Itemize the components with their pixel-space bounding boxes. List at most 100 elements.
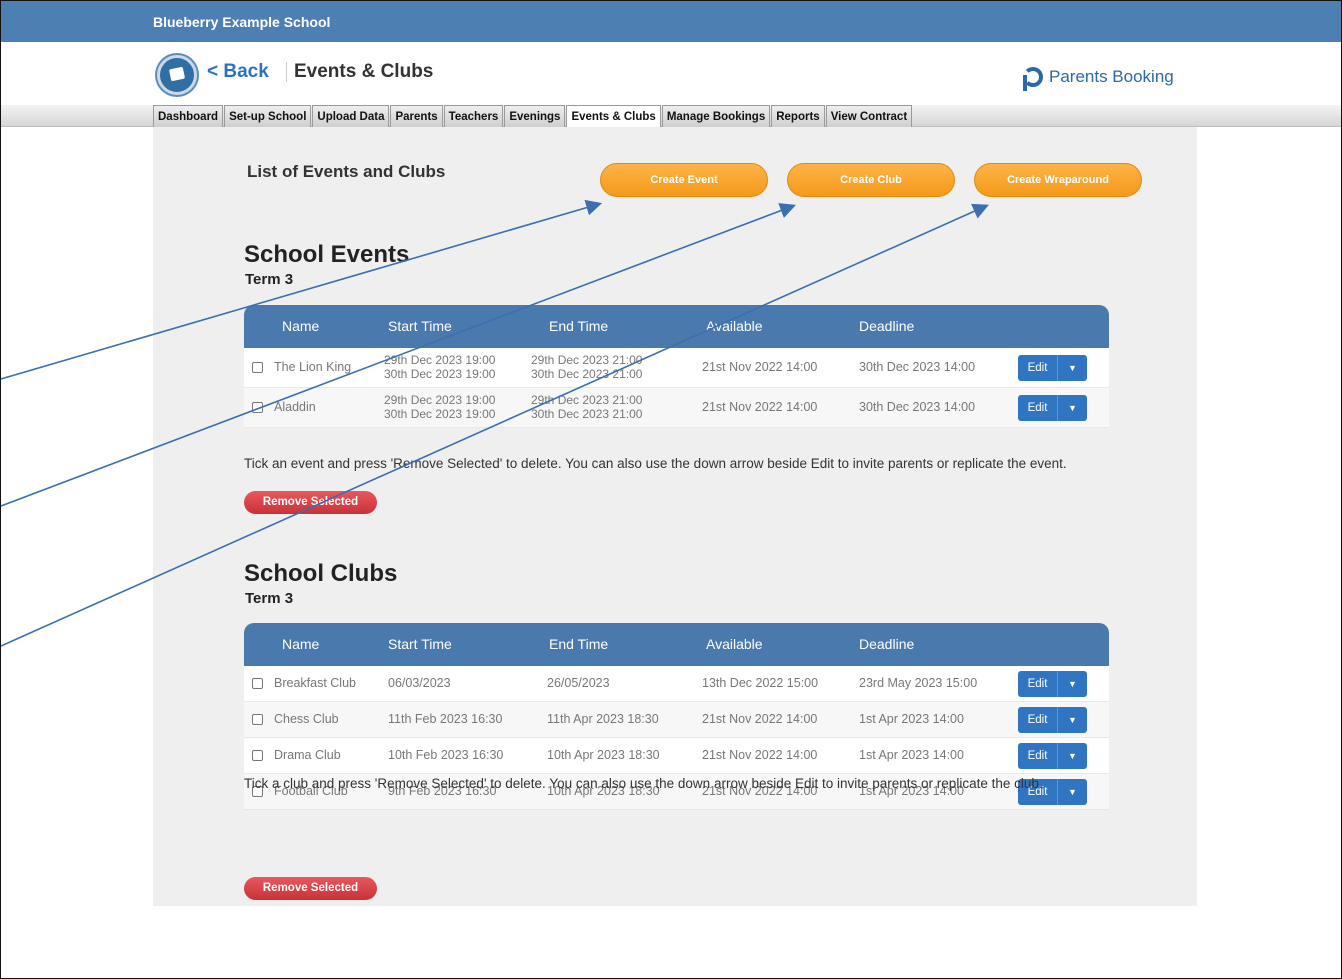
end-time-2: 30th Dec 2023 21:00 [531, 407, 643, 421]
main-tabs: Dashboard Set-up School Upload Data Parents… [153, 105, 913, 127]
row-checkbox[interactable] [252, 714, 263, 725]
edit-label[interactable]: Edit [1018, 707, 1058, 733]
edit-button[interactable]: Edit ▼ [1018, 743, 1087, 769]
row-checkbox[interactable] [252, 750, 263, 761]
edit-button[interactable]: Edit ▼ [1018, 355, 1087, 381]
deadline: 30th Dec 2023 14:00 [859, 360, 976, 374]
club-name: Breakfast Club [274, 676, 356, 690]
tab-parents[interactable]: Parents [390, 105, 443, 127]
top-bar: Blueberry Example School [1, 1, 1341, 42]
tab-evenings[interactable]: Evenings [504, 105, 566, 127]
clubs-table-header: Name Start Time End Time Available Deadl… [244, 623, 1109, 666]
end-time-2: 30th Dec 2023 21:00 [531, 367, 643, 381]
edit-label[interactable]: Edit [1018, 395, 1058, 421]
end-time-1: 29th Dec 2023 21:00 [531, 393, 643, 407]
school-name: Blueberry Example School [153, 14, 331, 30]
tab-dashboard[interactable]: Dashboard [153, 105, 224, 127]
deadline: 23rd May 2023 15:00 [859, 676, 978, 690]
available: 13th Dec 2022 15:00 [702, 676, 819, 690]
col-available: Available [706, 318, 763, 334]
available: 21st Nov 2022 14:00 [702, 360, 818, 374]
table-row: Breakfast Club 06/03/2023 26/05/2023 13th D… [244, 666, 1109, 702]
col-available: Available [706, 636, 763, 652]
available: 21st Nov 2022 14:00 [702, 400, 818, 414]
col-start: Start Time [388, 318, 452, 334]
edit-button[interactable]: Edit ▼ [1018, 671, 1087, 697]
caret-down-icon[interactable]: ▼ [1058, 743, 1087, 769]
school-logo-icon [157, 55, 197, 95]
event-name: Aladdin [274, 400, 316, 414]
row-checkbox[interactable] [252, 678, 263, 689]
tab-view-contract[interactable]: View Contract [825, 105, 913, 127]
available: 21st Nov 2022 14:00 [702, 748, 818, 762]
clubs-section-title: School Clubs [244, 560, 398, 587]
col-end: End Time [549, 318, 609, 334]
tab-set-up-school[interactable]: Set-up School [224, 105, 312, 127]
col-deadline: Deadline [859, 318, 915, 334]
col-end: End Time [549, 636, 609, 652]
remove-selected-events-button[interactable]: Remove Selected [244, 491, 377, 514]
table-row: The Lion King 29th Dec 2023 19:00 30th Dec… [244, 348, 1109, 388]
edit-label[interactable]: Edit [1018, 671, 1058, 697]
row-checkbox[interactable] [252, 402, 263, 413]
list-title: List of Events and Clubs [247, 162, 446, 181]
tab-upload-data[interactable]: Upload Data [312, 105, 390, 127]
page-title: Events & Clubs [294, 61, 434, 82]
tab-reports[interactable]: Reports [771, 105, 825, 127]
start-time-1: 29th Dec 2023 19:00 [384, 393, 496, 407]
edit-button[interactable]: Edit ▼ [1018, 707, 1087, 733]
screenshot-frame: Blueberry Example School < Back Events &… [0, 0, 1342, 979]
deadline: 30th Dec 2023 14:00 [859, 400, 976, 414]
event-name: The Lion King [274, 360, 352, 374]
edit-label[interactable]: Edit [1018, 743, 1058, 769]
start-time-2: 30th Dec 2023 19:00 [384, 407, 496, 421]
edit-button[interactable]: Edit ▼ [1018, 395, 1087, 421]
end-time-1: 29th Dec 2023 21:00 [531, 353, 643, 367]
col-name: Name [282, 636, 320, 652]
caret-down-icon[interactable]: ▼ [1058, 671, 1087, 697]
start-time: 11th Feb 2023 16:30 [388, 712, 503, 726]
events-term: Term 3 [245, 271, 294, 288]
back-link[interactable]: < Back [207, 61, 269, 83]
caret-down-icon[interactable]: ▼ [1058, 707, 1087, 733]
start-time-2: 30th Dec 2023 19:00 [384, 367, 496, 381]
col-deadline: Deadline [859, 636, 915, 652]
parents-booking-logo-icon [1023, 67, 1043, 91]
clubs-term: Term 3 [245, 590, 294, 607]
deadline: 1st Apr 2023 14:00 [859, 748, 964, 762]
create-wraparound-button[interactable]: Create Wraparound [974, 163, 1142, 197]
events-note: Tick an event and press 'Remove Selected… [244, 456, 1067, 471]
deadline: 1st Apr 2023 14:00 [859, 712, 964, 726]
brand-name: Parents Booking [1049, 67, 1174, 86]
edit-label[interactable]: Edit [1018, 355, 1058, 381]
header-divider [286, 62, 287, 82]
events-table-header: Name Start Time End Time Available Deadl… [244, 305, 1109, 348]
tab-manage-bookings[interactable]: Manage Bookings [661, 105, 771, 127]
start-time: 06/03/2023 [388, 676, 451, 690]
col-start: Start Time [388, 636, 452, 652]
end-time: 10th Apr 2023 18:30 [547, 748, 660, 762]
col-name: Name [282, 318, 320, 334]
row-checkbox[interactable] [252, 362, 263, 373]
club-name: Chess Club [274, 712, 339, 726]
clubs-note: Tick a club and press 'Remove Selected' … [244, 776, 1043, 791]
end-time: 26/05/2023 [547, 676, 610, 690]
tab-teachers[interactable]: Teachers [443, 105, 504, 127]
table-row: Drama Club 10th Feb 2023 16:30 10th Apr 20… [244, 738, 1109, 774]
remove-selected-clubs-button[interactable]: Remove Selected [244, 877, 377, 900]
events-table: Name Start Time End Time Available Deadl… [244, 305, 1109, 428]
table-row: Aladdin 29th Dec 2023 19:00 30th Dec 2023 … [244, 388, 1109, 428]
end-time: 11th Apr 2023 18:30 [547, 712, 659, 726]
create-event-button[interactable]: Create Event [600, 163, 768, 197]
start-time: 10th Feb 2023 16:30 [388, 748, 504, 762]
club-name: Drama Club [274, 748, 341, 762]
available: 21st Nov 2022 14:00 [702, 712, 818, 726]
caret-down-icon[interactable]: ▼ [1058, 355, 1087, 381]
events-section-title: School Events [244, 241, 410, 268]
start-time-1: 29th Dec 2023 19:00 [384, 353, 496, 367]
caret-down-icon[interactable]: ▼ [1058, 395, 1087, 421]
brand: Parents Booking [1023, 67, 1174, 91]
tab-events-clubs[interactable]: Events & Clubs [566, 105, 661, 127]
table-row: Chess Club 11th Feb 2023 16:30 11th Apr 20… [244, 702, 1109, 738]
create-club-button[interactable]: Create Club [787, 163, 955, 197]
